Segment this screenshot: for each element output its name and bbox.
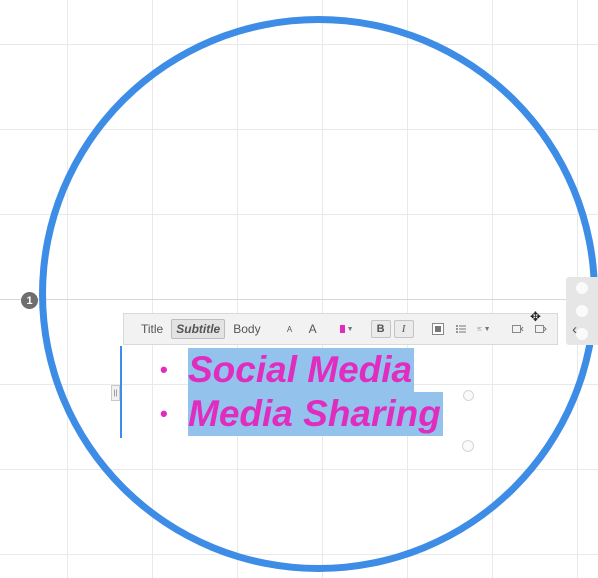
bullet-text[interactable]: Social Media — [188, 348, 415, 392]
move-cursor-icon: ✥ — [530, 309, 541, 324]
bullet-list-icon — [455, 325, 466, 333]
slide-number-badge: 1 — [21, 292, 38, 309]
outdent-button[interactable] — [508, 320, 528, 338]
bold-button[interactable]: B — [370, 320, 391, 338]
nav-up-icon[interactable] — [576, 282, 588, 295]
resize-handle-right[interactable] — [463, 390, 474, 401]
align-left-icon — [477, 327, 482, 331]
align-dropdown[interactable]: ▼ — [474, 320, 494, 338]
style-subtitle-button[interactable]: Subtitle — [171, 319, 226, 339]
bullet-point-icon: • — [160, 357, 168, 382]
text-format-toolbar: Title Subtitle Body A A ▼ B I ▼ ‹ — [123, 313, 577, 345]
color-swatch-icon — [339, 325, 345, 333]
list-item[interactable]: • Social Media — [160, 348, 443, 392]
bullet-list: • Social Media • Media Sharing — [160, 348, 443, 436]
style-body-button[interactable]: Body — [228, 319, 265, 339]
style-title-button[interactable]: Title — [136, 319, 168, 339]
circle-shape[interactable] — [39, 16, 598, 572]
text-background-button[interactable] — [428, 320, 448, 338]
bullet-list-button[interactable] — [451, 320, 471, 338]
dropdown-caret-icon: ▼ — [346, 325, 354, 333]
bullet-text[interactable]: Media Sharing — [188, 392, 443, 436]
dropdown-caret-icon: ▼ — [483, 325, 491, 333]
font-size-down-button[interactable]: A — [280, 320, 300, 338]
collapse-toolbar-button[interactable]: ‹ — [565, 320, 585, 338]
text-highlight-icon — [431, 323, 444, 335]
text-color-picker[interactable]: ▼ — [337, 320, 357, 338]
bullet-point-icon: • — [160, 401, 168, 426]
nav-center-icon[interactable] — [576, 304, 588, 317]
italic-button[interactable]: I — [393, 320, 414, 338]
resize-handle-left[interactable]: || — [111, 385, 120, 401]
list-item[interactable]: • Media Sharing — [160, 392, 443, 436]
font-size-up-button[interactable]: A — [303, 320, 323, 338]
outdent-icon — [511, 325, 523, 333]
resize-handle-bottom[interactable] — [462, 440, 474, 452]
